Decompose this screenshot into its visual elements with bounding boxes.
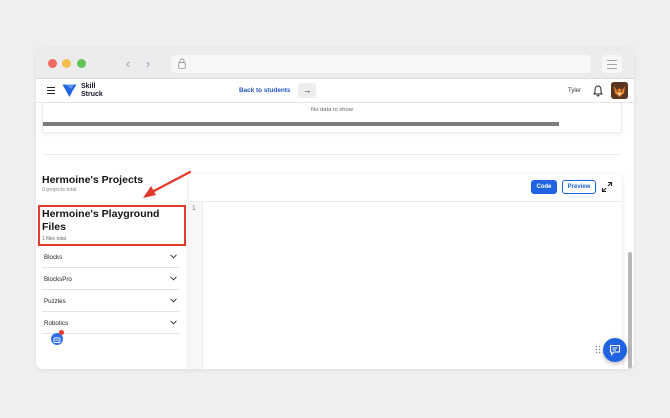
annotation-arrow: [143, 170, 192, 198]
